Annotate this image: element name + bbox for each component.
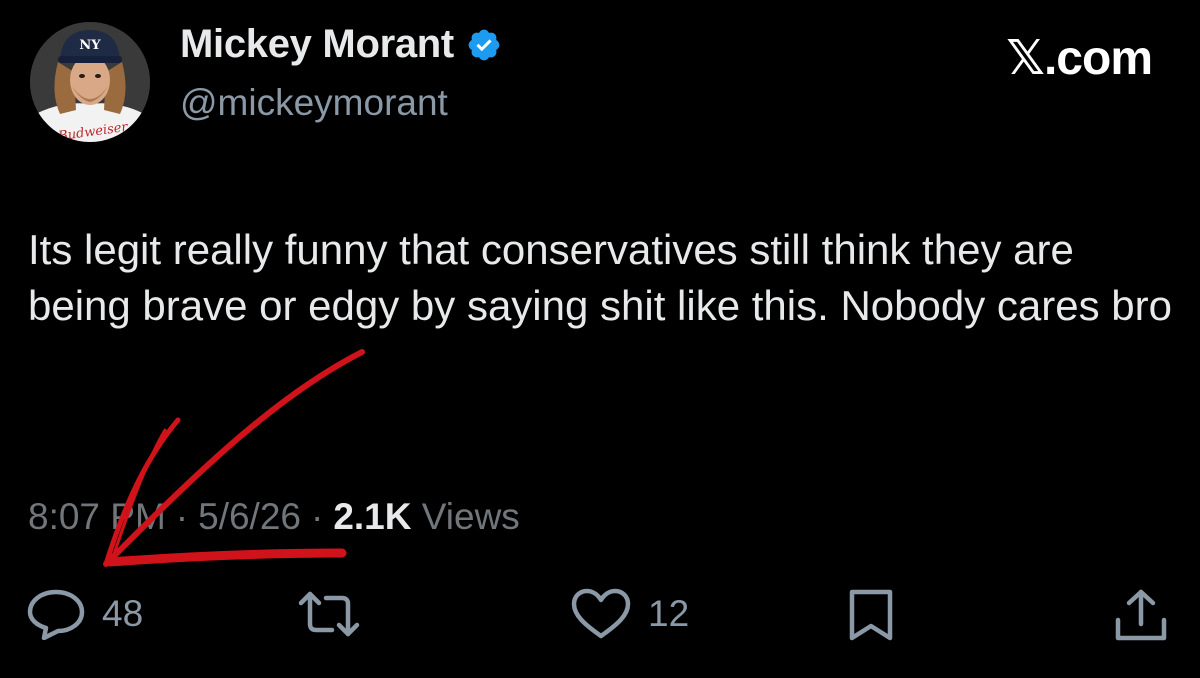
bookmark-icon [849, 589, 893, 641]
post-text: Its legit really funny that conservative… [28, 226, 1172, 329]
avatar-image: Budweiser NY [30, 22, 150, 142]
post-meta: 8:07 PM · 5/6/26 · 2.1K Views [28, 496, 520, 538]
avatar[interactable]: Budweiser NY [30, 22, 150, 142]
author-name-row[interactable]: Mickey Morant [180, 22, 502, 67]
reply-count: 48 [102, 593, 144, 634]
repost-icon [298, 591, 360, 637]
views-label: Views [421, 496, 520, 537]
meta-separator: · [311, 496, 324, 537]
svg-text:NY: NY [79, 38, 101, 53]
post-time[interactable]: 8:07 PM [28, 496, 166, 538]
share-button[interactable] [1112, 588, 1170, 644]
like-count: 12 [648, 593, 690, 634]
heart-icon [571, 588, 631, 639]
author-display-name[interactable]: Mickey Morant [180, 22, 454, 67]
author-handle[interactable]: @mickeymorant [180, 82, 448, 124]
verified-badge-icon [468, 29, 500, 60]
meta-separator: · [175, 496, 189, 537]
views-count: 2.1K [333, 496, 412, 537]
action-bar: 48 12 [0, 588, 1200, 648]
post-date[interactable]: 5/6/26 [198, 496, 301, 538]
site-label: 𝕏.com [1006, 32, 1153, 85]
like-button[interactable]: 12 [570, 588, 689, 640]
reply-button[interactable]: 48 [26, 588, 143, 640]
share-icon [1115, 589, 1167, 641]
repost-button[interactable] [298, 588, 376, 640]
bookmark-button[interactable] [846, 588, 896, 642]
reply-icon [27, 589, 85, 640]
